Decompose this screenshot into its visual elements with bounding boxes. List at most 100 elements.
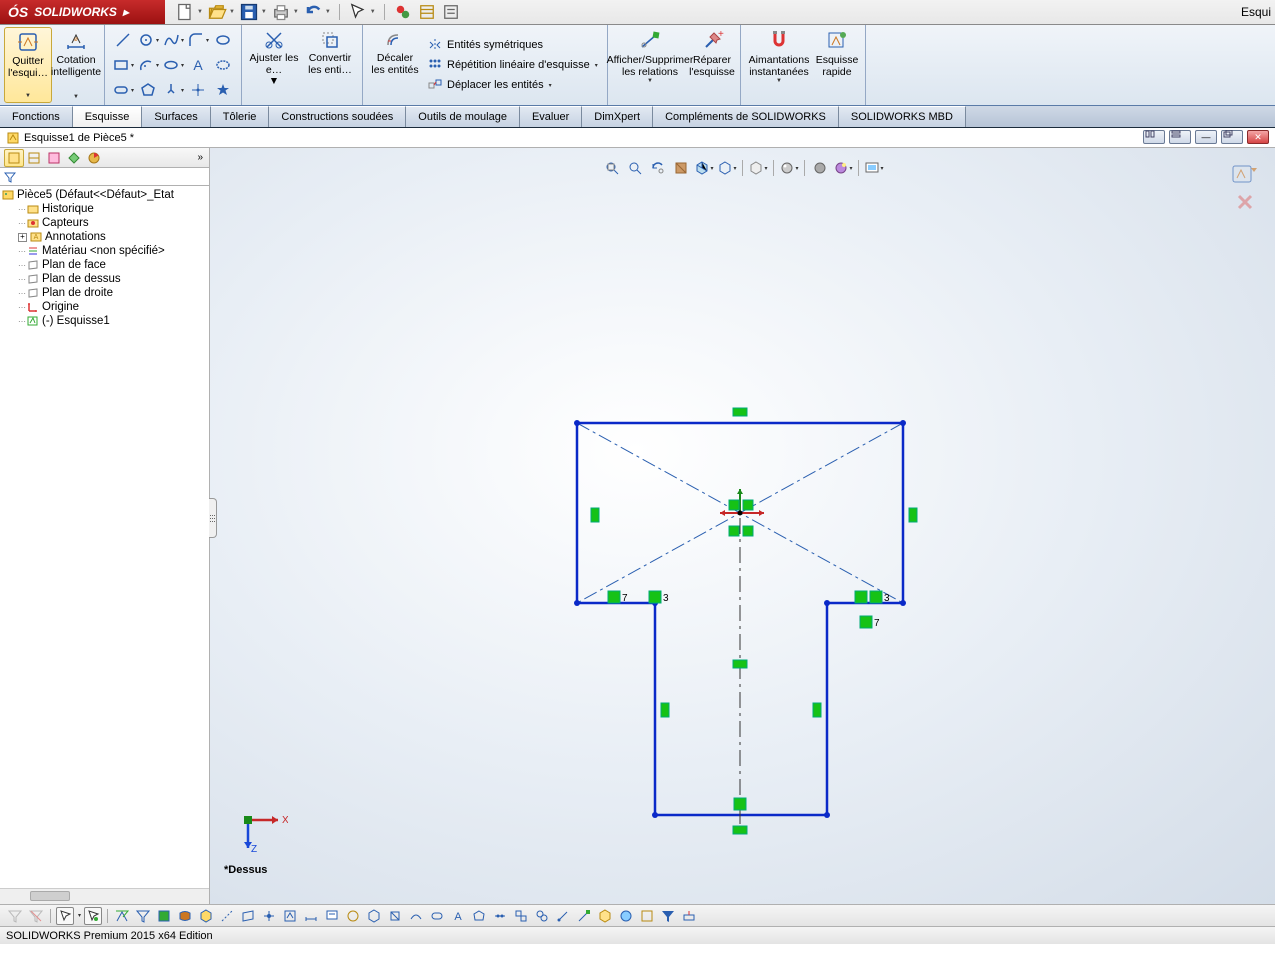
tree-item-origine[interactable]: ⋯Origine bbox=[2, 300, 207, 314]
star-tool-icon[interactable] bbox=[211, 78, 235, 102]
graphics-viewport[interactable]: ▾ ▾ ▾ ▾ ▾ ▾ bbox=[210, 148, 1275, 904]
display-relations-button[interactable]: Afficher/Supprimer les relations▼ bbox=[612, 27, 688, 103]
poly-tool-icon[interactable] bbox=[136, 78, 160, 102]
polygon-tool-icon[interactable]: ▾ bbox=[161, 53, 185, 77]
arc-tool-icon[interactable]: ▾ bbox=[136, 53, 160, 77]
bt-25-icon[interactable] bbox=[617, 907, 635, 925]
bt-16-icon[interactable] bbox=[428, 907, 446, 925]
convert-button[interactable]: Convertir les enti… bbox=[302, 27, 358, 103]
bt-filter-sketch-icon[interactable] bbox=[281, 907, 299, 925]
bt-filter-plane-icon[interactable] bbox=[239, 907, 257, 925]
bt-22-icon[interactable] bbox=[554, 907, 572, 925]
expand-icon[interactable]: + bbox=[18, 233, 27, 242]
bt-filter-solid-icon[interactable] bbox=[197, 907, 215, 925]
rapid-sketch-button[interactable]: Esquisse rapide bbox=[813, 27, 861, 103]
bt-18-icon[interactable] bbox=[470, 907, 488, 925]
options-icon[interactable] bbox=[417, 2, 437, 22]
tree-item-esquisse1[interactable]: ⋯(-) Esquisse1 bbox=[2, 314, 207, 328]
repair-button[interactable]: + Réparer l'esquisse bbox=[688, 27, 736, 103]
tab-surfaces[interactable]: Surfaces bbox=[142, 106, 210, 127]
text-tool-icon[interactable]: A bbox=[186, 53, 210, 77]
tree-item-historique[interactable]: ⋯Historique bbox=[2, 202, 207, 216]
close-button[interactable]: ✕ bbox=[1247, 130, 1269, 144]
line-tool-icon[interactable] bbox=[111, 28, 135, 52]
tab-evaluer[interactable]: Evaluer bbox=[520, 106, 582, 127]
panel-scrollbar[interactable] bbox=[0, 888, 209, 904]
bt-filter-note-icon[interactable] bbox=[323, 907, 341, 925]
tab-esquisse[interactable]: Esquisse bbox=[73, 106, 143, 127]
tree-item-plan-face[interactable]: ⋯Plan de face bbox=[2, 258, 207, 272]
bt-23-icon[interactable] bbox=[575, 907, 593, 925]
bt-13-icon[interactable] bbox=[365, 907, 383, 925]
tab-complements[interactable]: Compléments de SOLIDWORKS bbox=[653, 106, 839, 127]
ellipse-tool-icon[interactable] bbox=[211, 28, 235, 52]
undo-icon[interactable] bbox=[303, 2, 323, 22]
exit-sketch-button[interactable]: Quitter l'esqui…▼ bbox=[4, 27, 52, 103]
offset-button[interactable]: Décaler les entités bbox=[367, 27, 423, 103]
tab-mbd[interactable]: SOLIDWORKS MBD bbox=[839, 106, 966, 127]
bt-19-icon[interactable] bbox=[491, 907, 509, 925]
tab-fonctions[interactable]: Fonctions bbox=[0, 106, 73, 127]
bt-28-icon[interactable] bbox=[680, 907, 698, 925]
bt-filter-face-icon[interactable] bbox=[155, 907, 173, 925]
dropdown-icon[interactable]: ▼ bbox=[261, 9, 267, 15]
bt-filter-axis-icon[interactable] bbox=[218, 907, 236, 925]
tree-item-capteurs[interactable]: ⋯Capteurs bbox=[2, 216, 207, 230]
feature-tree-tab-icon[interactable] bbox=[4, 149, 24, 167]
settings-icon[interactable] bbox=[441, 2, 461, 22]
bt-filter-point-icon[interactable] bbox=[260, 907, 278, 925]
bt-17-icon[interactable]: A bbox=[449, 907, 467, 925]
tab-dimxpert[interactable]: DimXpert bbox=[582, 106, 653, 127]
ellipse2-tool-icon[interactable] bbox=[211, 53, 235, 77]
trim-button[interactable]: Ajuster les e…▼ bbox=[246, 27, 302, 103]
dropdown-icon[interactable]: ▼ bbox=[229, 9, 235, 15]
plane-tool-icon[interactable] bbox=[186, 78, 210, 102]
smart-dimension-button[interactable]: ø Cotation intelligente▼ bbox=[52, 27, 100, 103]
minimize-button[interactable]: — bbox=[1195, 130, 1217, 144]
point-tool-icon[interactable]: ▾ bbox=[161, 78, 185, 102]
print-icon[interactable] bbox=[271, 2, 291, 22]
dropdown-icon[interactable]: ▼ bbox=[325, 9, 331, 15]
tree-item-materiau[interactable]: ⋯Matériau <non spécifié> bbox=[2, 244, 207, 258]
bt-20-icon[interactable] bbox=[512, 907, 530, 925]
new-icon[interactable] bbox=[175, 2, 195, 22]
circle-tool-icon[interactable]: ▾ bbox=[136, 28, 160, 52]
bt-26-icon[interactable] bbox=[638, 907, 656, 925]
expand-panel-icon[interactable]: » bbox=[197, 152, 203, 163]
linear-pattern-button[interactable]: Répétition linéaire d'esquisse▾ bbox=[423, 55, 603, 75]
tab-moulage[interactable]: Outils de moulage bbox=[406, 106, 520, 127]
bt-12-icon[interactable] bbox=[344, 907, 362, 925]
snaps-button[interactable]: Aimantations instantanées▼ bbox=[745, 27, 813, 103]
spline-tool-icon[interactable]: ▾ bbox=[161, 28, 185, 52]
dropdown-icon[interactable]: ▼ bbox=[293, 9, 299, 15]
property-tab-icon[interactable] bbox=[24, 149, 44, 167]
move-button[interactable]: Déplacer les entités▾ bbox=[423, 75, 603, 95]
tree-item-annotations[interactable]: +AAnnotations bbox=[2, 230, 207, 244]
bt-24-icon[interactable] bbox=[596, 907, 614, 925]
select-icon[interactable] bbox=[348, 2, 368, 22]
bt-filter-edge-icon[interactable] bbox=[134, 907, 152, 925]
bt-21-icon[interactable] bbox=[533, 907, 551, 925]
restore-button[interactable] bbox=[1221, 130, 1243, 144]
rect-tool-icon[interactable]: ▾ bbox=[111, 53, 135, 77]
dropdown-icon[interactable]: ▼ bbox=[370, 9, 376, 15]
window-tile2-button[interactable] bbox=[1169, 130, 1191, 144]
bt-filter-surface-icon[interactable] bbox=[176, 907, 194, 925]
tree-item-plan-droite[interactable]: ⋯Plan de droite bbox=[2, 286, 207, 300]
rebuild-icon[interactable] bbox=[393, 2, 413, 22]
filter-row[interactable] bbox=[0, 168, 209, 186]
dimxpert-tab-icon[interactable] bbox=[64, 149, 84, 167]
display-tab-icon[interactable] bbox=[84, 149, 104, 167]
clear-filter-icon[interactable] bbox=[27, 907, 45, 925]
bt-15-icon[interactable] bbox=[407, 907, 425, 925]
dropdown-icon[interactable]: ▼ bbox=[197, 9, 203, 15]
tree-root[interactable]: Pièce5 (Défaut<<Défaut>_Etat bbox=[2, 188, 207, 202]
tab-constructions[interactable]: Constructions soudées bbox=[269, 106, 406, 127]
save-icon[interactable] bbox=[239, 2, 259, 22]
slot-tool-icon[interactable]: ▾ bbox=[111, 78, 135, 102]
select-box-icon[interactable] bbox=[56, 907, 74, 925]
open-icon[interactable] bbox=[207, 2, 227, 22]
bt-filter-vertex-icon[interactable] bbox=[113, 907, 131, 925]
tab-tolerie[interactable]: Tôlerie bbox=[211, 106, 270, 127]
tree-item-plan-dessus[interactable]: ⋯Plan de dessus bbox=[2, 272, 207, 286]
